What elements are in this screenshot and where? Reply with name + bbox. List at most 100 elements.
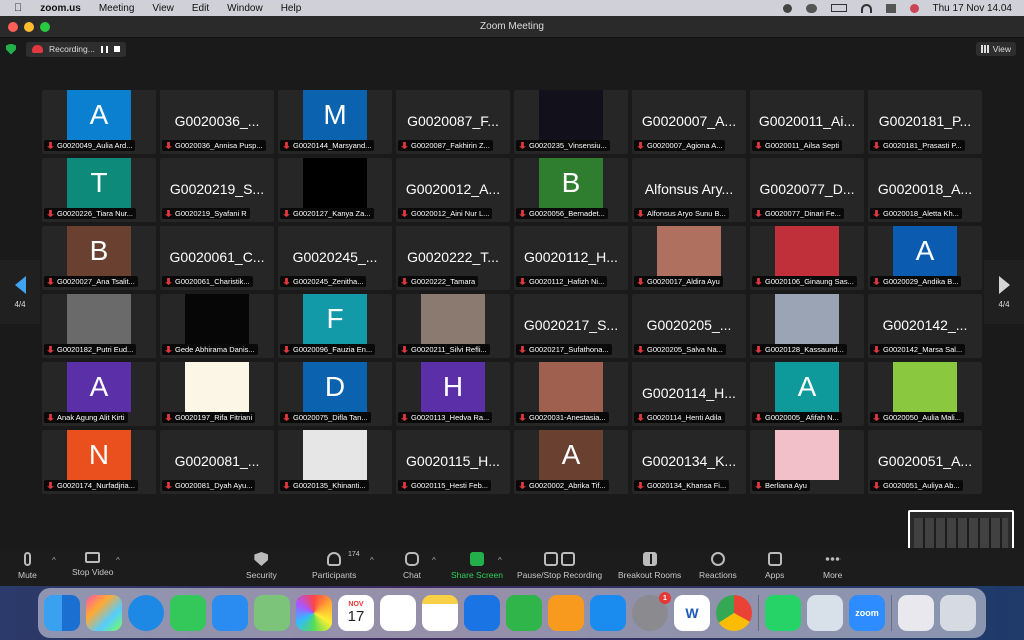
cloud-icon[interactable] (805, 3, 817, 13)
participant-tile[interactable]: G0020106_Ginaung Sas... (750, 226, 864, 290)
participant-tile[interactable]: G0020181_P... G0020181_Prasasti P... (868, 90, 982, 154)
reactions-button[interactable]: Reactions (699, 552, 737, 580)
participant-tile[interactable]: G0020182_Putri Eud... (42, 294, 156, 358)
participant-tile[interactable]: G0020061_C... G0020061_Charistik... (160, 226, 274, 290)
participant-tile[interactable]: G0020051_A... G0020051_Auliya Ab... (868, 430, 982, 494)
participant-tile[interactable]: G0020222_T... G0020222_Tamara (396, 226, 510, 290)
participants-options-chevron-icon[interactable]: ^ (370, 556, 374, 565)
previous-page-button[interactable]: 4/4 (0, 260, 40, 324)
chrome-icon[interactable] (716, 595, 752, 631)
status-icon[interactable] (782, 3, 792, 13)
share-screen-button[interactable]: Share Screen (451, 552, 503, 580)
participant-tile[interactable]: D G0020075_Difla Tan... (278, 362, 392, 426)
participant-tile[interactable]: G0020011_Ai... G0020011_Ailsa Septi (750, 90, 864, 154)
participant-tile[interactable]: F G0020096_Fauzia En... (278, 294, 392, 358)
participant-tile[interactable]: A G0020049_Aulia Ard... (42, 90, 156, 154)
participant-tile[interactable]: G0020134_K... G0020134_Khansa Fi... (632, 430, 746, 494)
zoom-app-icon[interactable]: zoom (849, 595, 885, 631)
reminders-icon[interactable] (380, 595, 416, 631)
word-icon[interactable]: W (674, 595, 710, 631)
calendar-icon[interactable]: NOV 17 (338, 595, 374, 631)
stop-recording-icon[interactable] (113, 46, 120, 52)
chat-options-chevron-icon[interactable]: ^ (432, 556, 436, 565)
stop-video-button[interactable]: Stop Video (72, 552, 113, 577)
participant-tile[interactable]: G0020219_S... G0020219_Syafani R (160, 158, 274, 222)
participant-tile[interactable]: G0020031-Anestasia... (514, 362, 628, 426)
participant-tile[interactable]: G0020128_Kassaund... (750, 294, 864, 358)
trash-icon[interactable] (940, 595, 976, 631)
zoom-window-button[interactable] (40, 21, 50, 32)
keynote-icon[interactable] (464, 595, 500, 631)
menu-clock[interactable]: Thu 17 Nov 14.04 (933, 3, 1013, 14)
participant-tile[interactable]: A Anak Agung Alit Kirti (42, 362, 156, 426)
minimize-window-button[interactable] (24, 21, 34, 32)
numbers-icon[interactable] (506, 595, 542, 631)
mute-button[interactable]: Mute (18, 552, 37, 580)
participant-tile[interactable]: G0020211_Silvi Refli... (396, 294, 510, 358)
participant-tile[interactable]: G0020077_D... G0020077_Dinari Fe... (750, 158, 864, 222)
wifi-icon[interactable] (860, 3, 872, 13)
participant-tile[interactable]: Gede Abhirama Danis... (160, 294, 274, 358)
mail-icon[interactable] (212, 595, 248, 631)
participant-tile[interactable]: Berliana Ayu (750, 430, 864, 494)
participant-tile[interactable]: Alfonsus Ary... Alfonsus Aryo Sunu B... (632, 158, 746, 222)
menu-help[interactable]: Help (281, 3, 302, 14)
participant-tile[interactable]: G0020115_H... G0020115_Hesti Feb... (396, 430, 510, 494)
participant-tile[interactable]: G0020114_H... G0020114_Henti Adila (632, 362, 746, 426)
apple-menu-icon[interactable]:  (14, 2, 22, 14)
share-options-chevron-icon[interactable]: ^ (498, 556, 502, 565)
participant-tile[interactable]: G0020235_Vinsensiu... (514, 90, 628, 154)
participant-tile[interactable]: G0020135_Khinanti... (278, 430, 392, 494)
participant-tile[interactable]: G0020197_Rifa Fitriani (160, 362, 274, 426)
view-button[interactable]: View (975, 42, 1016, 56)
downloads-stack-icon[interactable] (898, 595, 934, 631)
participant-tile[interactable]: G0020245_... G0020245_Zenitha... (278, 226, 392, 290)
app-store-icon[interactable] (590, 595, 626, 631)
participant-tile[interactable]: N G0020174_Nurfadjria... (42, 430, 156, 494)
finder-icon[interactable] (44, 595, 80, 631)
safari-icon[interactable] (128, 595, 164, 631)
chat-button[interactable]: Chat (403, 552, 421, 580)
participant-tile[interactable]: G0020127_Kanya Za... (278, 158, 392, 222)
video-options-chevron-icon[interactable]: ^ (116, 556, 120, 565)
participant-tile[interactable]: G0020050_Aulia Mali... (868, 362, 982, 426)
participant-tile[interactable]: H G0020113_Hedva Ra... (396, 362, 510, 426)
preview-icon[interactable] (807, 595, 843, 631)
pause-stop-recording-button[interactable]: Pause/Stop Recording (517, 552, 602, 580)
participant-tile[interactable]: G0020018_A... G0020018_Aletta Kh... (868, 158, 982, 222)
participant-tile[interactable]: T G0020226_Tiara Nur... (42, 158, 156, 222)
pause-recording-icon[interactable] (100, 45, 108, 53)
participant-tile[interactable]: G0020036_... G0020036_Annisa Pusp... (160, 90, 274, 154)
participant-tile[interactable]: G0020007_A... G0020007_Agiona A... (632, 90, 746, 154)
encryption-shield-icon[interactable] (6, 43, 16, 55)
participant-tile[interactable]: G0020205_... G0020205_Salva Na... (632, 294, 746, 358)
participant-tile[interactable]: G0020081_... G0020081_Dyah Ayu... (160, 430, 274, 494)
participant-tile[interactable]: B G0020027_Ana Tsalit... (42, 226, 156, 290)
photos-icon[interactable] (296, 595, 332, 631)
audio-options-chevron-icon[interactable]: ^ (52, 556, 56, 565)
close-window-button[interactable] (8, 21, 18, 32)
participant-tile[interactable]: A G0020029_Andika B... (868, 226, 982, 290)
menu-meeting[interactable]: Meeting (99, 3, 135, 14)
messages-icon[interactable] (170, 595, 206, 631)
more-button[interactable]: More (823, 552, 842, 580)
menu-edit[interactable]: Edit (192, 3, 209, 14)
participant-tile[interactable]: G0020142_... G0020142_Marsa Sal... (868, 294, 982, 358)
breakout-rooms-button[interactable]: Breakout Rooms (618, 552, 681, 580)
participant-tile[interactable]: A G0020005_ Afifah N... (750, 362, 864, 426)
participant-tile[interactable]: A G0020002_Abrika Tif... (514, 430, 628, 494)
system-preferences-icon[interactable]: 1 (632, 592, 671, 631)
participant-tile[interactable]: G0020012_A... G0020012_Aini Nur L... (396, 158, 510, 222)
menu-app-name[interactable]: zoom.us (40, 3, 81, 14)
siri-icon[interactable] (909, 3, 919, 13)
battery-icon[interactable] (830, 4, 847, 12)
menu-view[interactable]: View (152, 3, 174, 14)
participant-tile[interactable]: G0020217_S... G0020217_Sufathona... (514, 294, 628, 358)
whatsapp-icon[interactable] (765, 595, 801, 631)
control-center-icon[interactable] (885, 3, 896, 13)
participant-tile[interactable]: G0020087_F... G0020087_Fakhirin Z... (396, 90, 510, 154)
menu-window[interactable]: Window (227, 3, 263, 14)
pages-icon[interactable] (548, 595, 584, 631)
launchpad-icon[interactable] (86, 595, 122, 631)
participant-tile[interactable]: G0020112_H... G0020112_Hafizh Ni... (514, 226, 628, 290)
